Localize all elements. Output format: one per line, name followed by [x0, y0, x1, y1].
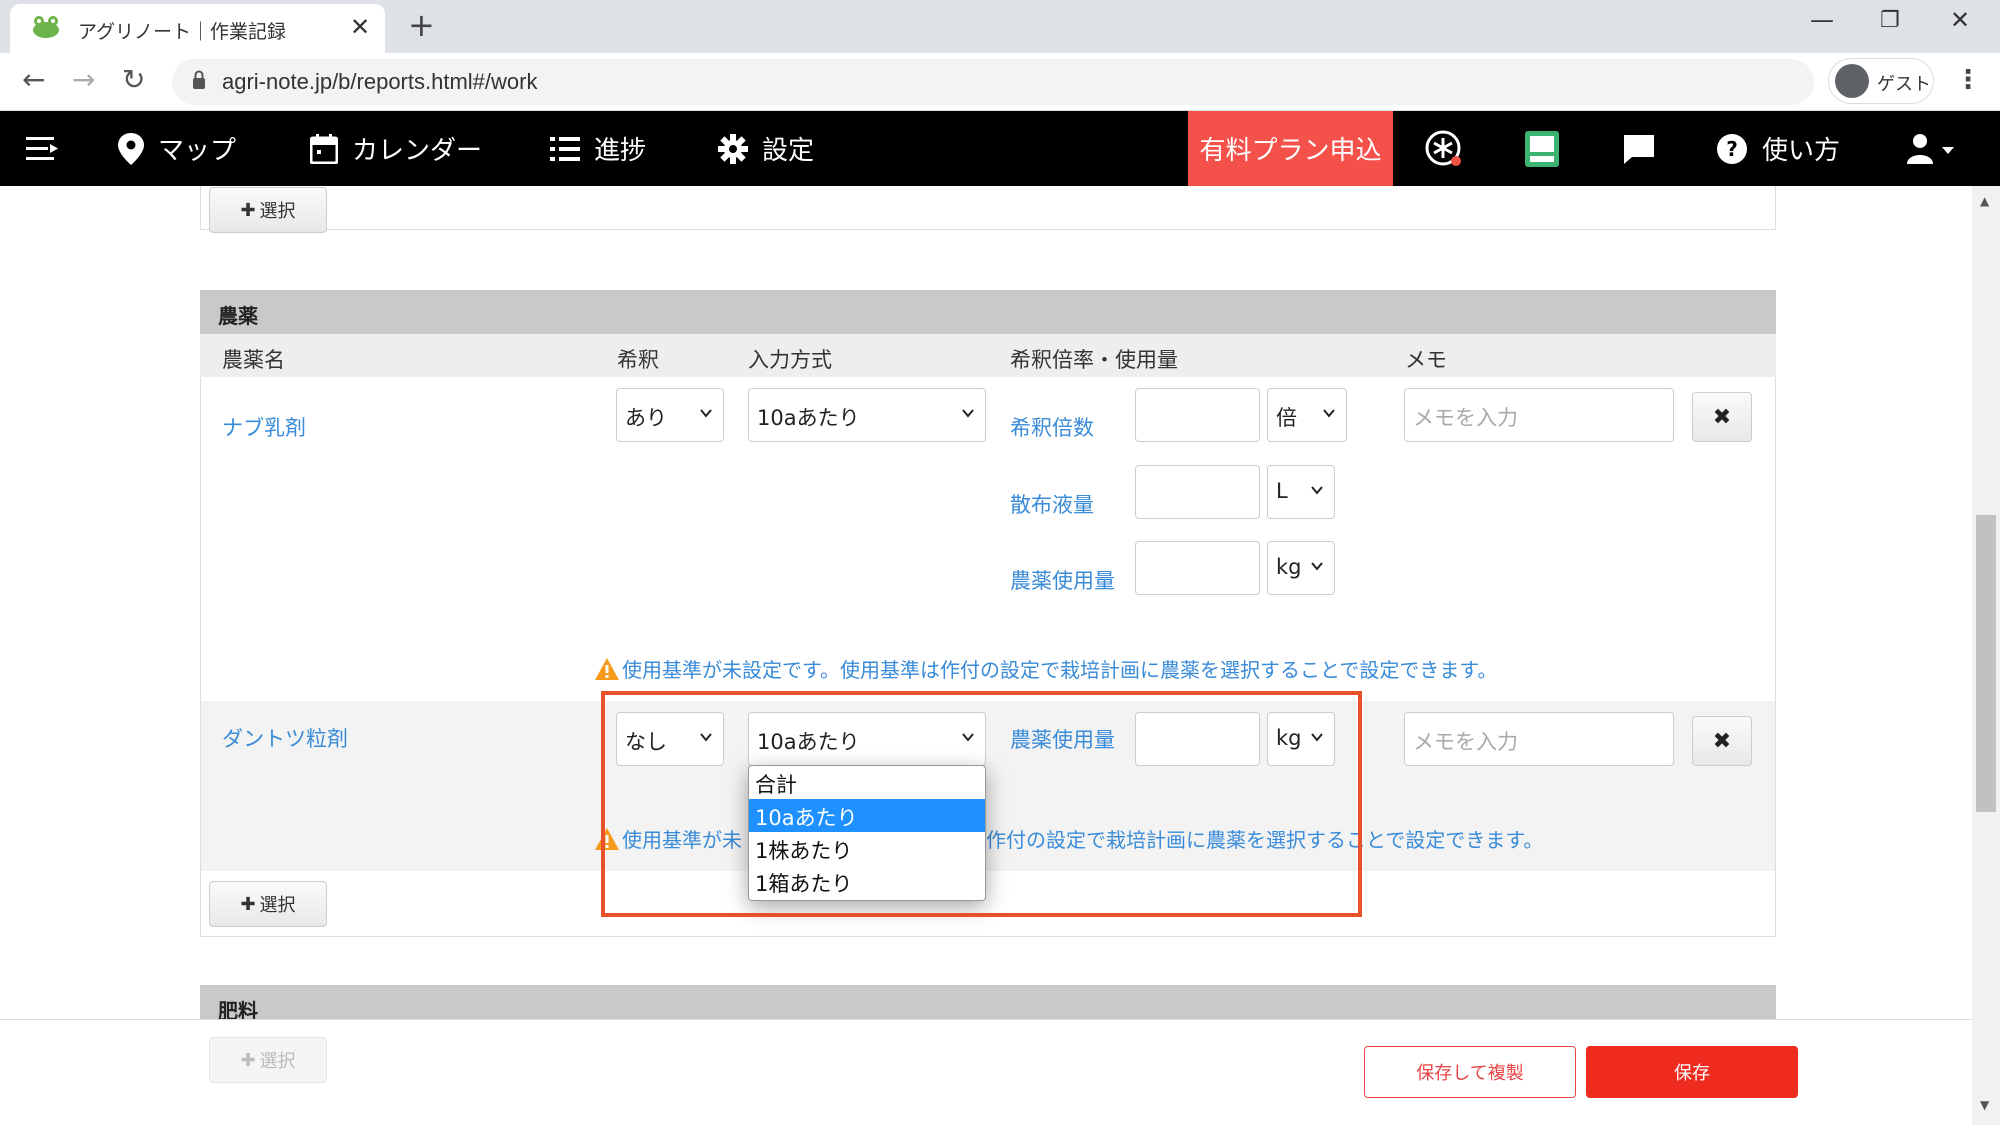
avatar-icon: [1835, 64, 1869, 98]
dilution-select[interactable]: あり: [616, 388, 724, 442]
app-nav-bar: マップ カレンダー 進捗 設定 有料プラン申込 ? 使い方: [0, 111, 2000, 186]
checklist-icon: [550, 136, 580, 161]
browser-menu-icon[interactable]: ⋮: [1955, 65, 1981, 95]
hamburger-menu-icon[interactable]: [26, 111, 72, 186]
dilution-factor-label: 希釈倍数: [1010, 416, 1094, 440]
url-text: agri-note.jp/b/reports.html#/work: [222, 69, 538, 94]
nav-calendar[interactable]: カレンダー: [310, 111, 482, 186]
pesticide-section-header: 農薬: [200, 290, 1776, 334]
header-pesticide-name: 農薬名: [222, 348, 285, 372]
remove-pesticide-button-2[interactable]: ✖: [1692, 716, 1752, 766]
calendar-icon: [310, 133, 338, 164]
chevron-down-icon: [1323, 409, 1335, 418]
close-icon: ✖: [1712, 404, 1732, 430]
nav-calendar-label: カレンダー: [352, 136, 483, 166]
minimize-icon[interactable]: —: [1810, 6, 1834, 34]
gear-icon: [718, 133, 748, 164]
chevron-down-icon: [962, 409, 974, 418]
header-dilution: 希釈: [617, 348, 659, 372]
restore-icon[interactable]: ❐: [1880, 8, 1900, 33]
nav-help-label: 使い方: [1762, 136, 1841, 166]
nav-settings[interactable]: 設定: [718, 111, 814, 186]
spray-volume-unit-value: L: [1276, 479, 1288, 503]
fertilizer-select-button[interactable]: ✚ 選択: [209, 1037, 327, 1083]
remove-pesticide-button[interactable]: ✖: [1692, 392, 1752, 442]
pesticide-name-link[interactable]: ナブ乳剤: [222, 412, 306, 442]
lock-icon: [193, 70, 205, 89]
spray-volume-input[interactable]: [1135, 465, 1260, 519]
pesticide-amount-unit-value: kg: [1276, 555, 1302, 579]
chat-icon[interactable]: [1622, 111, 1670, 186]
spray-volume-unit-select[interactable]: L: [1267, 465, 1335, 519]
header-rate: 希釈倍率・使用量: [1010, 348, 1178, 372]
scroll-down-icon[interactable]: ▼: [1980, 1098, 1989, 1112]
add-select-button[interactable]: ✚ 選択: [209, 187, 327, 233]
nav-map-label: マップ: [158, 136, 237, 166]
chevron-down-icon: [700, 409, 712, 418]
fertilizer-select-label: 選択: [259, 1051, 296, 1072]
pesticide-column-headers: 農薬名 希釈 入力方式 希釈倍率・使用量 メモ: [200, 334, 1776, 377]
dilution-value: あり: [625, 406, 667, 430]
plus-icon: ✚: [240, 1049, 256, 1071]
map-pin-icon: [118, 132, 144, 165]
close-icon: ✖: [1712, 728, 1732, 754]
new-tab-button[interactable]: +: [408, 6, 435, 44]
pesticide-search-icon[interactable]: [1524, 111, 1574, 186]
browser-tab-bar: アグリノート｜作業記録 ✕ + — ❐ ✕: [0, 0, 2000, 53]
pesticide-amount-input[interactable]: [1135, 541, 1260, 595]
plus-icon: ✚: [240, 893, 256, 915]
header-input-method: 入力方式: [748, 348, 832, 372]
forward-icon[interactable]: →: [72, 63, 95, 96]
pesticide-amount-label: 農薬使用量: [1010, 569, 1115, 593]
pesticide-amount-unit-select[interactable]: kg: [1267, 541, 1335, 595]
profile-label: ゲスト: [1877, 74, 1931, 95]
profile-button[interactable]: ゲスト: [1828, 58, 1934, 104]
plus-icon: ✚: [240, 199, 256, 221]
warning-text: 使用基準が未設定です。使用基準は作付の設定で栽培計画に農薬を選択することで設定で…: [622, 658, 1498, 682]
asterisk-badge-icon[interactable]: [1424, 111, 1478, 186]
tab-close-icon[interactable]: ✕: [350, 13, 370, 41]
memo-input[interactable]: メモを入力: [1404, 388, 1674, 442]
input-method-select[interactable]: 10aあたり: [748, 388, 986, 442]
dilution-unit-select[interactable]: 倍: [1267, 388, 1347, 442]
nav-help[interactable]: ? 使い方: [1716, 111, 1840, 186]
address-bar-row: ← → ↻ agri-note.jp/b/reports.html#/work …: [0, 53, 2000, 111]
nav-settings-label: 設定: [762, 136, 815, 166]
dilution-factor-input[interactable]: [1135, 388, 1260, 442]
save-and-copy-button[interactable]: 保存して複製: [1364, 1046, 1576, 1098]
scroll-up-icon[interactable]: ▲: [1980, 194, 1989, 208]
input-method-value: 10aあたり: [757, 406, 860, 430]
paid-plan-button[interactable]: 有料プラン申込: [1188, 111, 1393, 186]
header-memo: メモ: [1405, 348, 1447, 372]
help-icon: ?: [1717, 133, 1747, 164]
add-select-label: 選択: [259, 201, 296, 222]
scrollbar-thumb[interactable]: [1976, 515, 1996, 812]
browser-tab[interactable]: アグリノート｜作業記録 ✕: [10, 4, 385, 53]
frog-favicon-icon: [33, 16, 59, 38]
fertilizer-section-header: 肥料: [200, 985, 1776, 1019]
pesticide-name-link-2[interactable]: ダントツ粒剤: [222, 723, 348, 753]
svg-text:?: ?: [1726, 137, 1738, 161]
nav-progress-label: 進捗: [594, 136, 647, 166]
previous-section-panel: [200, 186, 1776, 230]
user-menu-icon[interactable]: [1906, 111, 1970, 186]
usage-standard-warning: 使用基準が未設定です。使用基準は作付の設定で栽培計画に農薬を選択することで設定で…: [594, 654, 1497, 683]
nav-map[interactable]: マップ: [118, 111, 236, 186]
window-close-icon[interactable]: ✕: [1950, 6, 1970, 34]
warning-icon: [595, 658, 619, 680]
add-pesticide-select-button[interactable]: ✚ 選択: [209, 881, 327, 927]
back-icon[interactable]: ←: [22, 63, 45, 96]
url-bar[interactable]: agri-note.jp/b/reports.html#/work: [172, 59, 1814, 105]
dilution-unit-value: 倍: [1276, 406, 1297, 430]
save-button[interactable]: 保存: [1586, 1046, 1798, 1098]
chevron-down-icon: [1311, 486, 1323, 495]
add-pesticide-select-label: 選択: [259, 895, 296, 916]
chevron-down-icon: [1311, 562, 1323, 571]
reload-icon[interactable]: ↻: [122, 63, 145, 96]
spray-volume-label: 散布液量: [1010, 493, 1094, 517]
memo-input-2[interactable]: メモを入力: [1404, 712, 1674, 766]
nav-progress[interactable]: 進捗: [550, 111, 646, 186]
annotation-highlight-box: [601, 691, 1362, 917]
tab-title: アグリノート｜作業記録: [78, 21, 287, 43]
